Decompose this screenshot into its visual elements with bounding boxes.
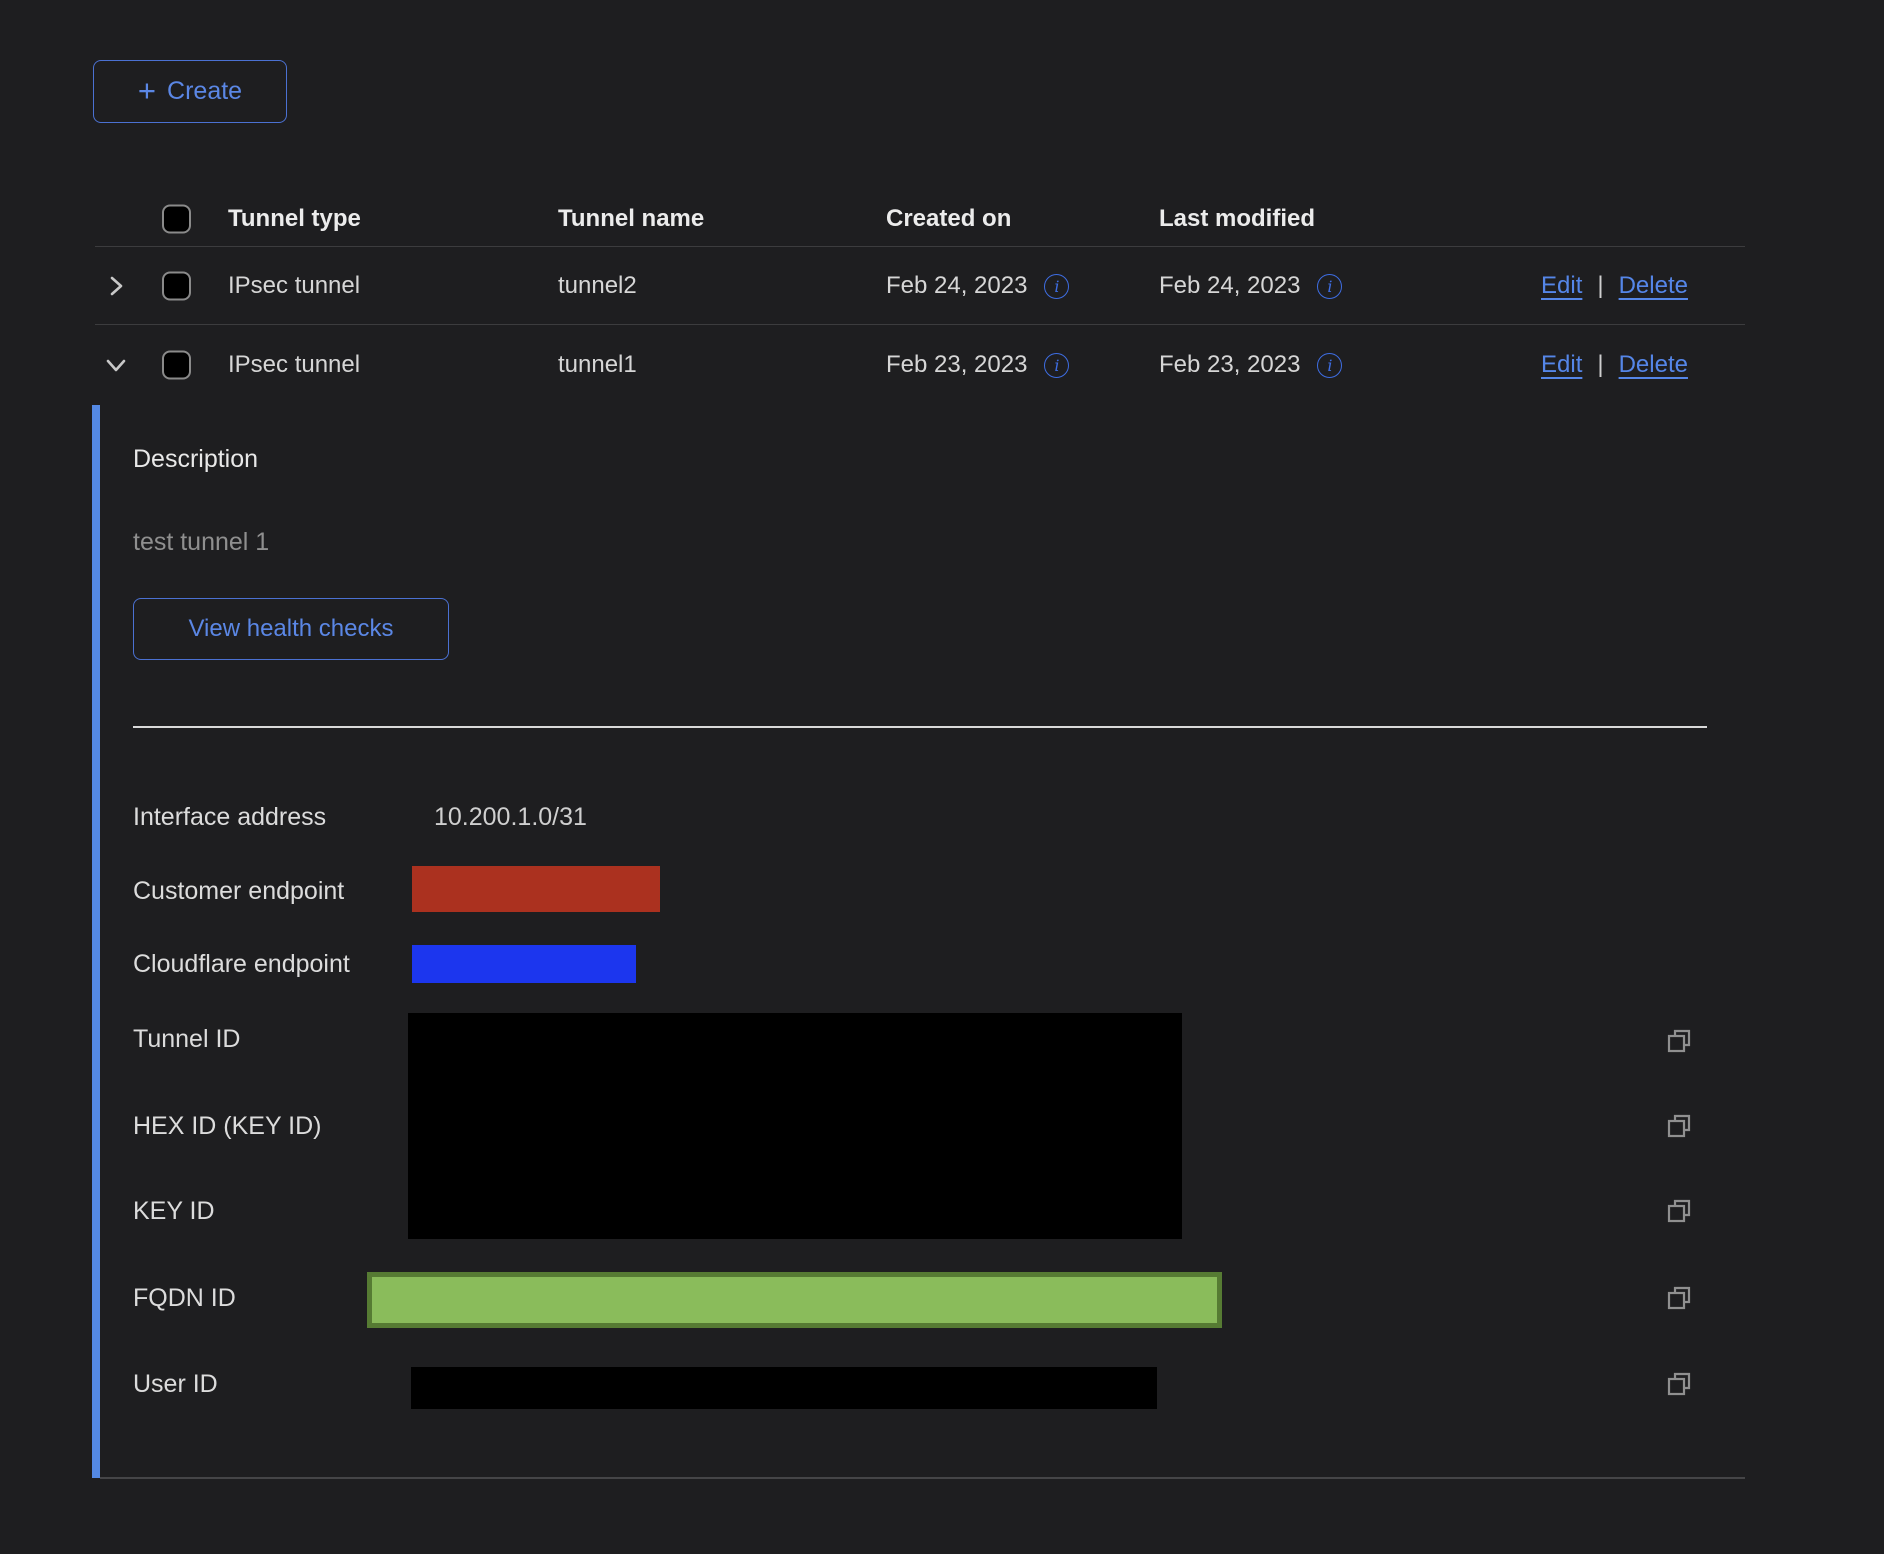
description-value: test tunnel 1 bbox=[133, 528, 269, 557]
tunnel-type-value: IPsec tunnel bbox=[228, 351, 360, 379]
user-id-redacted-value bbox=[411, 1367, 1157, 1409]
row-actions: Edit | Delete bbox=[1541, 351, 1688, 379]
last-modified-cell: Feb 23, 2023 i bbox=[1159, 351, 1342, 379]
info-icon[interactable]: i bbox=[1317, 274, 1342, 299]
tunnel-type-value: IPsec tunnel bbox=[228, 272, 360, 300]
actions-separator: | bbox=[1597, 351, 1603, 379]
actions-separator: | bbox=[1597, 272, 1603, 300]
created-on-cell: Feb 24, 2023 i bbox=[886, 272, 1069, 300]
description-label: Description bbox=[133, 445, 258, 474]
interface-address-label: Interface address bbox=[133, 803, 326, 832]
chevron-right-icon[interactable] bbox=[103, 273, 129, 299]
header-last-modified: Last modified bbox=[1159, 205, 1315, 233]
view-health-checks-button[interactable]: View health checks bbox=[133, 598, 449, 660]
table-row: IPsec tunnel tunnel1 Feb 23, 2023 i Feb … bbox=[95, 325, 1745, 405]
customer-endpoint-label: Customer endpoint bbox=[133, 877, 344, 906]
create-button[interactable]: + Create bbox=[93, 60, 287, 123]
customer-endpoint-redacted-value bbox=[412, 866, 660, 912]
header-tunnel-type: Tunnel type bbox=[228, 205, 361, 233]
info-icon[interactable]: i bbox=[1317, 353, 1342, 378]
fqdn-id-label: FQDN ID bbox=[133, 1284, 236, 1313]
created-on-value: Feb 23, 2023 bbox=[886, 351, 1027, 379]
interface-address-value: 10.200.1.0/31 bbox=[434, 803, 587, 832]
expanded-row-indicator-bar bbox=[92, 405, 100, 1478]
ids-redacted-value bbox=[408, 1013, 1182, 1239]
table-header-row: Tunnel type Tunnel name Created on Last … bbox=[95, 190, 1745, 247]
hex-id-label: HEX ID (KEY ID) bbox=[133, 1112, 321, 1141]
create-button-label: Create bbox=[167, 77, 242, 106]
tunnel-id-label: Tunnel ID bbox=[133, 1025, 240, 1054]
chevron-down-icon[interactable] bbox=[103, 352, 129, 378]
user-id-label: User ID bbox=[133, 1370, 218, 1399]
info-icon[interactable]: i bbox=[1044, 353, 1069, 378]
copy-icon[interactable] bbox=[1662, 1367, 1696, 1401]
panel-bottom-divider bbox=[100, 1477, 1745, 1479]
copy-icon[interactable] bbox=[1662, 1281, 1696, 1315]
last-modified-value: Feb 24, 2023 bbox=[1159, 272, 1300, 300]
row-checkbox[interactable] bbox=[162, 272, 191, 301]
select-all-checkbox[interactable] bbox=[162, 204, 191, 233]
fqdn-id-redacted-value bbox=[367, 1272, 1222, 1328]
detail-section-divider bbox=[133, 726, 1707, 728]
header-created-on: Created on bbox=[886, 205, 1011, 233]
table-row: IPsec tunnel tunnel2 Feb 24, 2023 i Feb … bbox=[95, 247, 1745, 325]
edit-link[interactable]: Edit bbox=[1541, 351, 1582, 379]
copy-icon[interactable] bbox=[1662, 1194, 1696, 1228]
key-id-label: KEY ID bbox=[133, 1197, 215, 1226]
copy-icon[interactable] bbox=[1662, 1024, 1696, 1058]
edit-link[interactable]: Edit bbox=[1541, 272, 1582, 300]
cloudflare-endpoint-redacted-value bbox=[412, 945, 636, 983]
tunnel-name-value: tunnel1 bbox=[558, 351, 637, 379]
info-icon[interactable]: i bbox=[1044, 274, 1069, 299]
row-checkbox[interactable] bbox=[162, 351, 191, 380]
tunnel-name-value: tunnel2 bbox=[558, 272, 637, 300]
header-tunnel-name: Tunnel name bbox=[558, 205, 704, 233]
cloudflare-endpoint-label: Cloudflare endpoint bbox=[133, 950, 350, 979]
delete-link[interactable]: Delete bbox=[1619, 351, 1688, 379]
delete-link[interactable]: Delete bbox=[1619, 272, 1688, 300]
last-modified-value: Feb 23, 2023 bbox=[1159, 351, 1300, 379]
created-on-value: Feb 24, 2023 bbox=[886, 272, 1027, 300]
created-on-cell: Feb 23, 2023 i bbox=[886, 351, 1069, 379]
plus-icon: + bbox=[138, 75, 156, 106]
copy-icon[interactable] bbox=[1662, 1109, 1696, 1143]
last-modified-cell: Feb 24, 2023 i bbox=[1159, 272, 1342, 300]
row-actions: Edit | Delete bbox=[1541, 272, 1688, 300]
